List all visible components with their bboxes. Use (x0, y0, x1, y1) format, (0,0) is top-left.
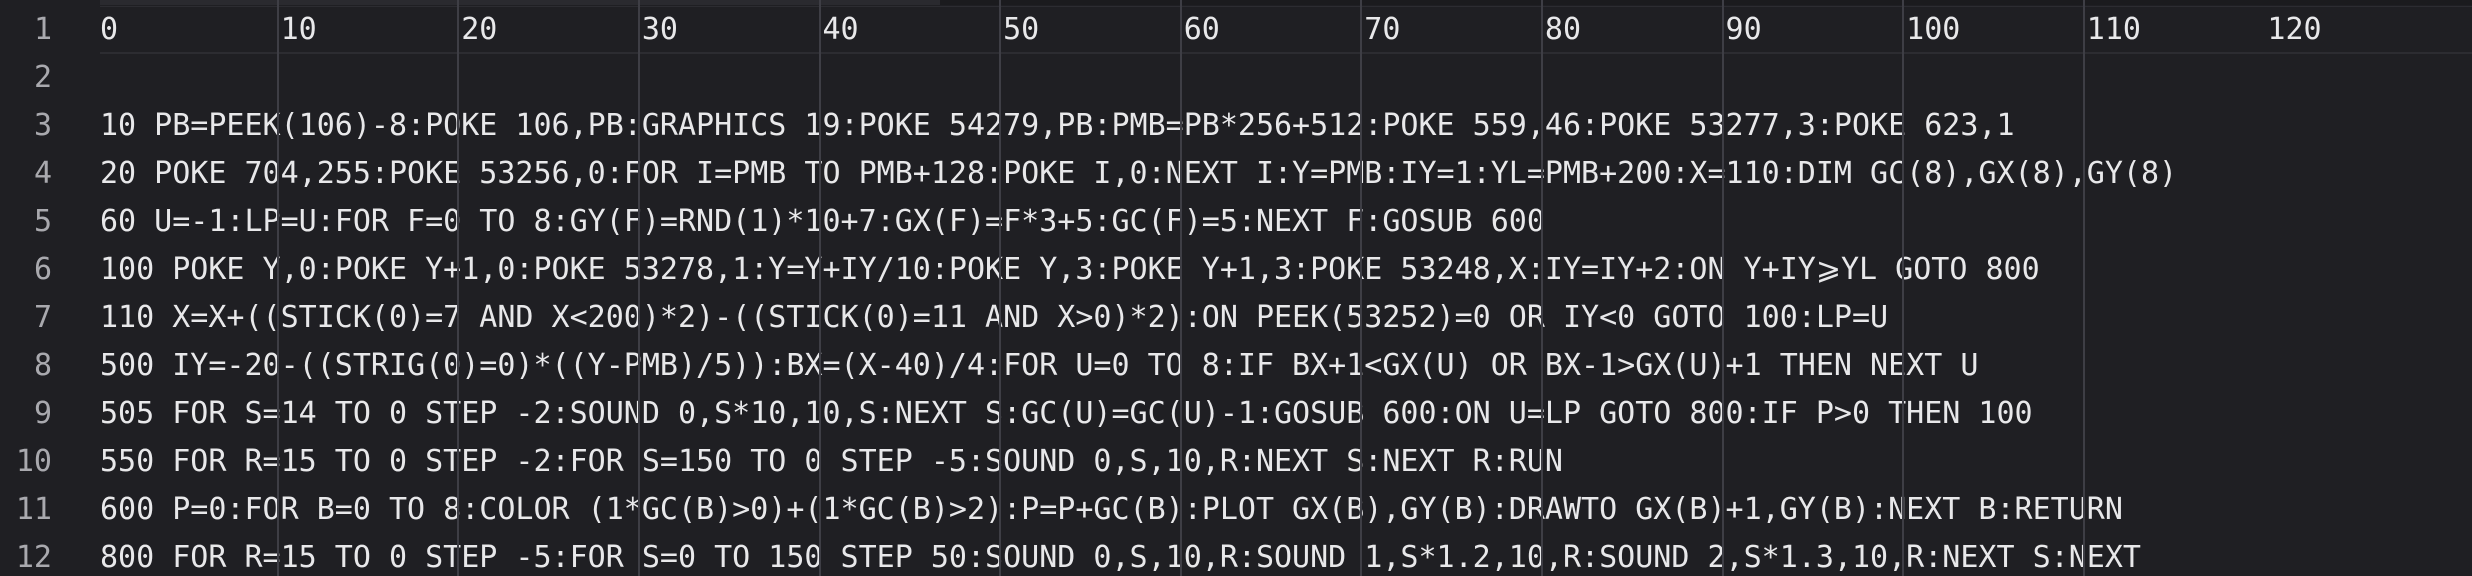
line-number: 5 (33, 204, 52, 239)
line-number: 2 (33, 60, 52, 95)
column-guide (637, 0, 640, 576)
line-number: 8 (33, 348, 52, 383)
column-guide (1179, 0, 1182, 576)
line-number: 9 (33, 396, 52, 431)
column-guide (818, 0, 821, 576)
column-guide (457, 0, 460, 576)
column-guide (276, 0, 279, 576)
code-line[interactable]: 600 P=0:FOR B=0 TO 8:COLOR (1*GC(B)>0)+(… (100, 486, 2123, 534)
code-line[interactable]: 10 PB=PEEK(106)-8:POKE 106,PB:GRAPHICS 1… (100, 102, 2015, 150)
column-guide (1360, 0, 1363, 576)
text-area[interactable]: 0 10 20 30 40 50 60 70 80 90 100 110 120… (100, 0, 2472, 576)
code-line[interactable]: 100 POKE Y,0:POKE Y+1,0:POKE 53278,1:Y=Y… (100, 246, 2040, 294)
column-guide (2082, 0, 2085, 576)
line-number: 6 (33, 252, 52, 287)
code-line[interactable]: 20 POKE 704,255:POKE 53256,0:FOR I=PMB T… (100, 150, 2177, 198)
line-number: 3 (33, 108, 52, 143)
line-number: 12 (15, 540, 52, 575)
code-line[interactable]: 800 FOR R=15 TO 0 STEP -5:FOR S=0 TO 150… (100, 534, 2141, 576)
line-number: 10 (15, 444, 52, 479)
code-line[interactable]: 500 IY=-20-((STRIG(0)=0)*((Y-PMB)/5)):BX… (100, 342, 1978, 390)
column-guide (999, 0, 1002, 576)
line-number: 4 (33, 156, 52, 191)
line-number-gutter: 1 2 3 4 5 6 7 8 9 10 11 12 (0, 0, 100, 576)
column-guide (1721, 0, 1724, 576)
column-guide (1902, 0, 1905, 576)
code-line[interactable]: 60 U=-1:LP=U:FOR F=0 TO 8:GY(F)=RND(1)*1… (100, 198, 1545, 246)
ruler-line[interactable]: 0 10 20 30 40 50 60 70 80 90 100 110 120 (100, 6, 2322, 54)
column-guide (1541, 0, 1543, 576)
code-line[interactable]: 550 FOR R=15 TO 0 STEP -2:FOR S=150 TO 0… (100, 438, 1563, 486)
code-line[interactable]: 505 FOR S=14 TO 0 STEP -2:SOUND 0,S*10,1… (100, 390, 2033, 438)
line-number: 1 (33, 12, 52, 47)
line-number: 11 (15, 492, 52, 527)
code-line[interactable]: 110 X=X+((STICK(0)=7 AND X<200)*2)-((STI… (100, 294, 1888, 342)
line-number: 7 (33, 300, 52, 335)
code-editor[interactable]: 1 2 3 4 5 6 7 8 9 10 11 12 0 10 20 30 40… (0, 0, 2472, 576)
